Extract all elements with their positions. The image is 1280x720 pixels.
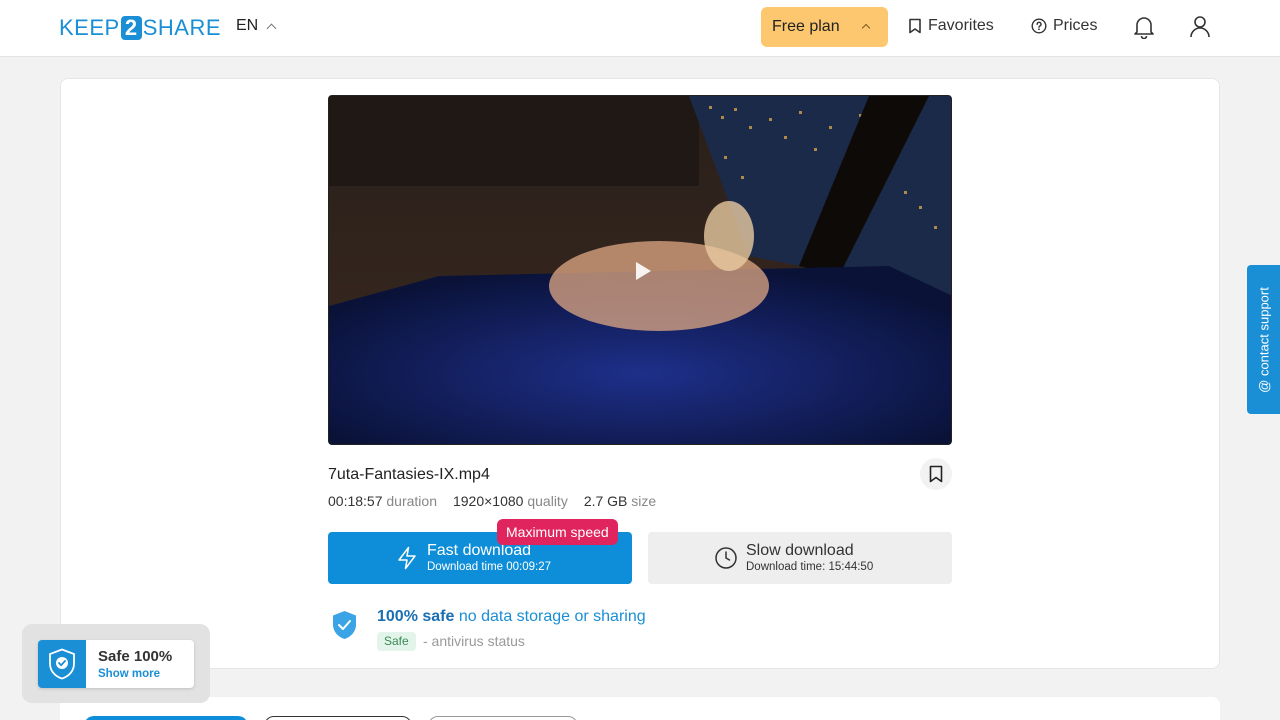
keep2share-logo[interactable]: KEEP 2 SHARE <box>59 15 221 41</box>
favorites-link[interactable]: Favorites <box>908 17 994 35</box>
maximum-speed-badge: Maximum speed <box>497 519 618 545</box>
chevron-up-icon <box>266 23 277 33</box>
bottom-tab-secondary[interactable] <box>264 716 412 720</box>
safe-widget[interactable]: Safe 100% Show more <box>22 624 210 703</box>
bottom-tab-tertiary[interactable] <box>428 716 578 720</box>
antivirus-status-label: - antivirus status <box>423 633 525 649</box>
slow-download-time: Download time: 15:44:50 <box>746 561 874 573</box>
clock-icon <box>715 547 737 569</box>
logo-text-right: SHARE <box>142 15 221 40</box>
language-selector[interactable]: EN <box>236 17 277 35</box>
lightning-icon <box>398 546 416 570</box>
add-to-favorites-button[interactable] <box>920 458 952 490</box>
shield-check-icon <box>333 611 356 639</box>
contact-support-label: @ contact support <box>1256 286 1271 393</box>
play-icon[interactable] <box>634 261 652 281</box>
language-label: EN <box>236 17 259 34</box>
contact-support-tab[interactable]: @ contact support <box>1247 265 1280 414</box>
duration-meta: 00:18:57 duration <box>328 493 437 509</box>
safety-statement: 100% safe no data storage or sharing <box>377 608 646 626</box>
shield-check-icon <box>38 640 86 688</box>
slow-download-button[interactable]: Slow download Download time: 15:44:50 <box>648 532 952 584</box>
slow-download-title: Slow download <box>746 542 854 559</box>
prices-label: Prices <box>1053 17 1098 34</box>
antivirus-safe-tag: Safe <box>377 632 416 651</box>
bookmark-icon <box>929 465 943 483</box>
notification-bell-icon[interactable] <box>1133 15 1155 39</box>
file-name: 7uta-Fantasies-IX.mp4 <box>328 466 490 483</box>
chevron-up-icon <box>861 23 871 33</box>
bottom-tab-primary[interactable] <box>84 716 248 720</box>
top-header: KEEP 2 SHARE EN Free plan Favorites Prices <box>0 0 1280 57</box>
favorites-label: Favorites <box>928 17 994 34</box>
prices-link[interactable]: Prices <box>1031 17 1097 35</box>
logo-two-box: 2 <box>120 16 142 40</box>
safety-rest: no data storage or sharing <box>458 608 646 625</box>
quality-meta: 1920×1080 quality <box>452 493 568 509</box>
bookmark-icon <box>909 18 921 34</box>
safe-widget-card[interactable]: Safe 100% Show more <box>38 640 194 688</box>
fast-download-time: Download time 00:09:27 <box>427 561 552 573</box>
safety-bold: 100% safe <box>377 608 455 625</box>
show-more-link[interactable]: Show more <box>98 668 160 680</box>
question-circle-icon <box>1031 18 1047 34</box>
file-meta: 00:18:57 duration 1920×1080 quality 2.7 … <box>328 493 656 509</box>
user-account-icon[interactable] <box>1189 15 1211 39</box>
free-plan-button[interactable]: Free plan <box>761 7 888 47</box>
logo-text-left: KEEP <box>59 15 120 40</box>
size-meta: 2.7 GB size <box>583 493 657 509</box>
free-plan-label: Free plan <box>772 18 840 35</box>
safe-widget-title: Safe 100% <box>98 648 173 665</box>
video-preview[interactable] <box>328 95 952 445</box>
